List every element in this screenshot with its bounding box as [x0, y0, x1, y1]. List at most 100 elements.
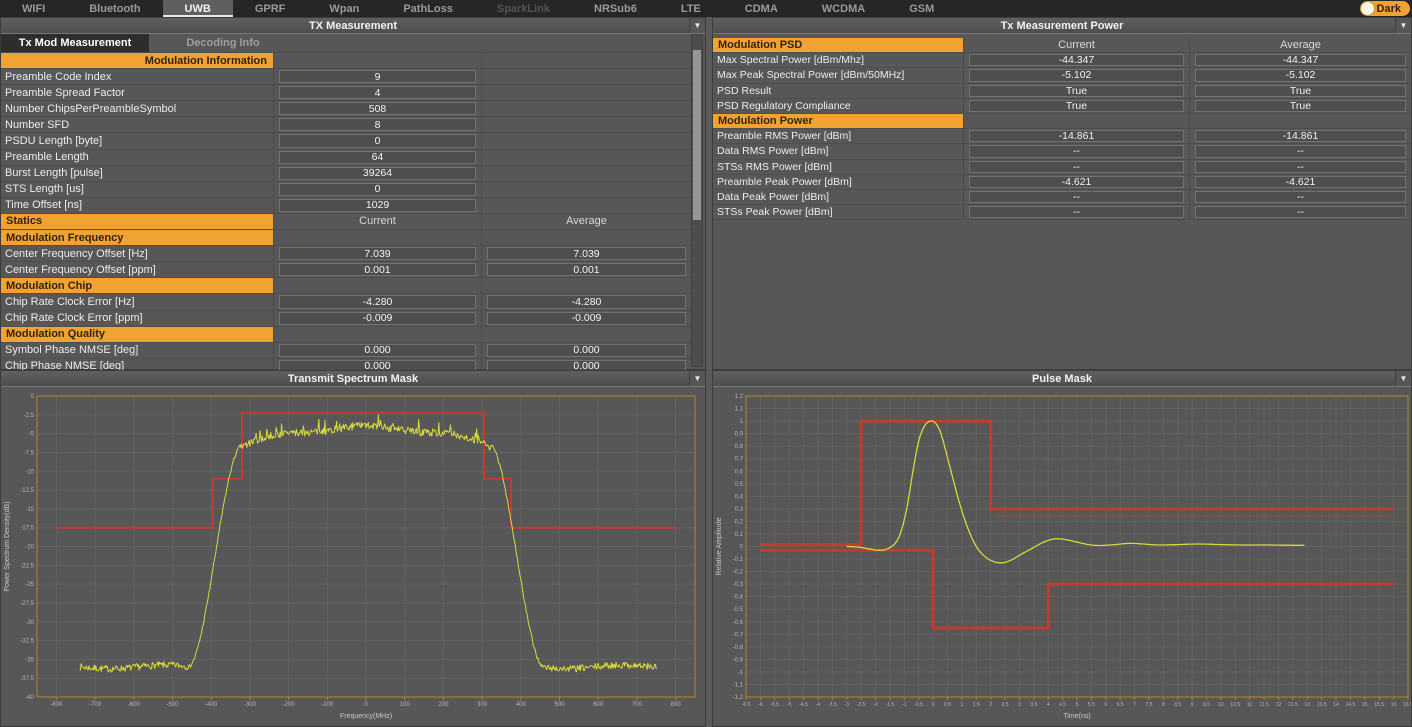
value-box: -- [1195, 206, 1406, 218]
svg-text:11.5: 11.5 [1259, 702, 1269, 708]
svg-text:-1: -1 [902, 702, 907, 708]
top-tab-cdma[interactable]: CDMA [723, 0, 800, 17]
value-cell: True [1189, 99, 1411, 113]
svg-text:8: 8 [1162, 702, 1165, 708]
svg-text:7.5: 7.5 [1145, 702, 1152, 708]
chevron-down-icon[interactable]: ▼ [689, 18, 705, 33]
table-row: Preamble Length64 [1, 150, 691, 166]
svg-text:400: 400 [516, 702, 527, 708]
top-tab-pathloss[interactable]: PathLoss [381, 0, 475, 17]
column-header-current: Current [273, 214, 481, 229]
top-tab-bluetooth[interactable]: Bluetooth [67, 0, 162, 17]
label-cell: Preamble Spread Factor [1, 85, 273, 100]
table-row: Max Spectral Power [dBm/Mhz]-44.347-44.3… [713, 53, 1411, 68]
value-box: 64 [279, 151, 476, 164]
top-tab-lte[interactable]: LTE [659, 0, 723, 17]
svg-text:-12.5: -12.5 [20, 488, 34, 494]
table-row: STSs Peak Power [dBm]---- [713, 205, 1411, 220]
svg-text:-0.7: -0.7 [733, 632, 744, 638]
svg-text:16: 16 [1391, 702, 1397, 708]
svg-text:0.6: 0.6 [735, 469, 744, 475]
svg-text:-2.5: -2.5 [24, 413, 35, 419]
value-cell: -14.861 [1189, 129, 1411, 143]
column-header-current: Current [963, 38, 1189, 52]
value-box: -- [1195, 161, 1406, 173]
top-tab-uwb[interactable]: UWB [163, 0, 233, 17]
column-header-average: Average [1189, 38, 1411, 52]
value-cell: 1029 [273, 198, 481, 213]
svg-text:-500: -500 [166, 702, 179, 708]
label-cell: Data RMS Power [dBm] [713, 144, 963, 158]
svg-text:-0.5: -0.5 [733, 607, 744, 613]
top-tab-wpan[interactable]: Wpan [307, 0, 381, 17]
subtab-decoding-info[interactable]: Decoding Info [149, 34, 297, 52]
value-box: -- [1195, 191, 1406, 203]
svg-text:-1.1: -1.1 [733, 682, 744, 688]
scrollbar-thumb[interactable] [693, 50, 701, 220]
value-box: -4.280 [487, 295, 686, 308]
label-cell [481, 198, 691, 213]
table-row: STSs RMS Power [dBm]---- [713, 160, 1411, 175]
value-box: 508 [279, 102, 476, 115]
label-cell: PSD Regulatory Compliance [713, 99, 963, 113]
value-cell: -4.280 [273, 294, 481, 309]
left-panel-scrollbar[interactable] [691, 34, 703, 367]
svg-text:-200: -200 [283, 702, 296, 708]
top-tab-sparklink[interactable]: SparkLink [475, 0, 572, 17]
svg-text:-0.2: -0.2 [733, 570, 744, 576]
value-cell: 0.001 [481, 262, 691, 277]
label-cell: Symbol Phase NMSE [deg] [1, 343, 273, 358]
value-box: 7.039 [487, 247, 686, 260]
value-box: 0 [279, 134, 476, 147]
label-cell [963, 114, 1189, 128]
svg-text:9: 9 [1191, 702, 1194, 708]
top-tab-nrsub6[interactable]: NRSub6 [572, 0, 659, 17]
chevron-down-icon[interactable]: ▼ [1395, 18, 1411, 33]
svg-text:-5.5: -5.5 [770, 702, 779, 708]
value-cell: 0.000 [481, 343, 691, 358]
svg-text:10: 10 [1218, 702, 1224, 708]
value-box: 0.001 [279, 263, 476, 276]
svg-text:-17.5: -17.5 [20, 526, 34, 532]
value-cell: -- [963, 144, 1189, 158]
chevron-down-icon[interactable]: ▼ [689, 371, 705, 386]
svg-text:-20: -20 [25, 545, 34, 551]
value-cell: -- [963, 190, 1189, 204]
svg-text:1.5: 1.5 [973, 702, 980, 708]
table-row: Data RMS Power [dBm]---- [713, 144, 1411, 159]
value-cell: 4 [273, 85, 481, 100]
label-cell: Data Peak Power [dBm] [713, 190, 963, 204]
value-cell: True [963, 84, 1189, 98]
svg-text:4: 4 [1047, 702, 1050, 708]
svg-text:-3: -3 [845, 702, 850, 708]
svg-text:0.9: 0.9 [735, 432, 744, 438]
value-cell: 9 [273, 69, 481, 84]
svg-text:-25: -25 [25, 582, 34, 588]
label-cell: PSD Result [713, 84, 963, 98]
y-axis-label: Relative Amplitude [716, 517, 723, 575]
svg-text:-0.5: -0.5 [914, 702, 923, 708]
top-tab-wcdma[interactable]: WCDMA [800, 0, 887, 17]
subtab-tx-mod-measurement[interactable]: Tx Mod Measurement [1, 34, 149, 52]
top-tab-gprf[interactable]: GPRF [233, 0, 308, 17]
svg-text:0.4: 0.4 [735, 494, 744, 500]
value-box: 0.001 [487, 263, 686, 276]
label-cell [481, 327, 691, 342]
theme-toggle[interactable]: Dark [1360, 1, 1410, 16]
value-cell: -5.102 [1189, 68, 1411, 82]
svg-text:-600: -600 [128, 702, 141, 708]
table-row: PSDU Length [byte]0 [1, 133, 691, 149]
label-cell [481, 133, 691, 148]
top-tab-wifi[interactable]: WIFI [0, 0, 67, 17]
svg-text:12.5: 12.5 [1288, 702, 1298, 708]
value-cell: -0.009 [481, 311, 691, 326]
label-cell [273, 53, 481, 68]
tx-measurement-panel: TX Measurement ▼ Tx Mod MeasurementDecod… [0, 17, 706, 370]
svg-text:-40: -40 [25, 695, 34, 701]
value-cell: 508 [273, 101, 481, 116]
chevron-down-icon[interactable]: ▼ [1395, 371, 1411, 386]
top-tab-gsm[interactable]: GSM [887, 0, 956, 17]
value-box: -- [1195, 145, 1406, 157]
svg-text:100: 100 [400, 702, 411, 708]
table-row: Burst Length [pulse]39264 [1, 166, 691, 182]
